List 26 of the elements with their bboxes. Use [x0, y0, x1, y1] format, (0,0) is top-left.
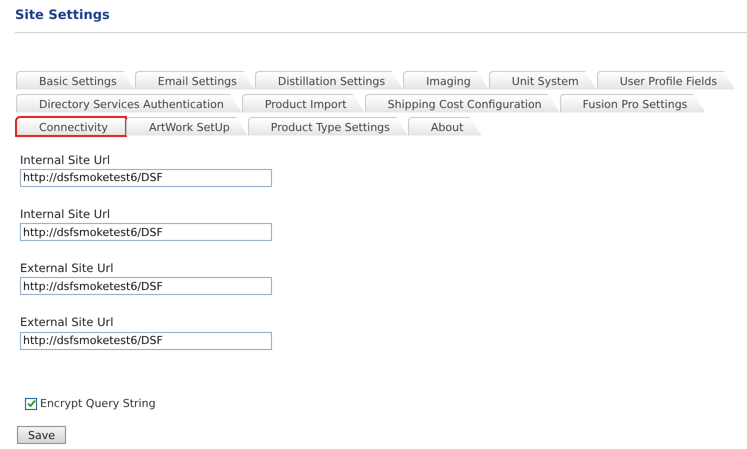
field-label: Internal Site Url — [20, 152, 110, 168]
tab[interactable]: Unit System — [488, 70, 597, 90]
tab[interactable]: Distillation Settings — [254, 70, 404, 90]
page-title: Site Settings — [15, 7, 110, 25]
url-field[interactable]: http://dsfsmoketest6/DSF — [20, 168, 272, 187]
url-field[interactable]: http://dsfsmoketest6/DSF — [20, 277, 272, 296]
field-label: External Site Url — [20, 314, 114, 332]
tab[interactable]: Basic Settings — [16, 70, 135, 90]
tab[interactable]: Imaging — [403, 70, 489, 90]
tab[interactable]: Email Settings — [134, 70, 255, 90]
tab[interactable]: Directory Services Authentication — [16, 94, 242, 112]
checkbox-label: Encrypt Query String — [40, 396, 156, 412]
tab[interactable]: Product Import — [242, 94, 365, 112]
tab[interactable]: About — [408, 116, 482, 136]
tab[interactable]: ArtWork SetUp — [126, 116, 248, 136]
url-field[interactable]: http://dsfsmoketest6/DSF — [20, 332, 272, 350]
checkbox[interactable] — [25, 398, 37, 410]
tab[interactable]: Shipping Cost Configuration — [364, 94, 560, 112]
tab[interactable]: Connectivity — [16, 116, 126, 136]
save-button[interactable]: Save — [17, 426, 66, 444]
field-label: External Site Url — [20, 260, 114, 277]
tab[interactable]: Fusion Pro Settings — [560, 94, 706, 112]
tab[interactable]: User Profile Fields — [596, 70, 736, 90]
field-label: Internal Site Url — [20, 206, 110, 223]
tab[interactable]: Product Type Settings — [248, 116, 408, 136]
url-field[interactable]: http://dsfsmoketest6/DSF — [20, 223, 272, 241]
